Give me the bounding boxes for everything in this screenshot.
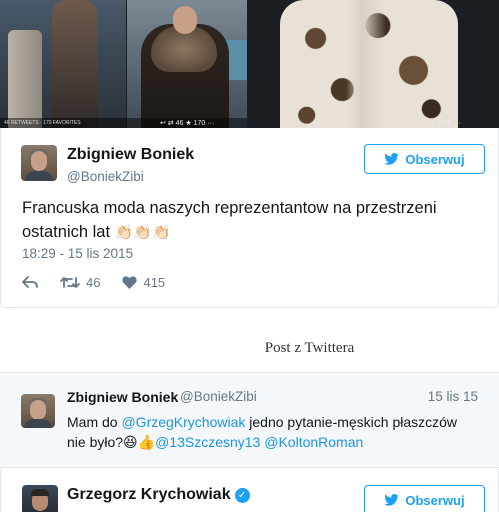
avatar-shirt (25, 171, 53, 181)
follow-label: Obserwuj (405, 151, 465, 167)
tweet-text: Francuska moda naszych reprezentantow na… (22, 196, 462, 245)
photo-actions-right[interactable]: ↩ ⇄ ★ ··· (430, 119, 461, 127)
reply-action[interactable] (22, 276, 38, 289)
photo-stats-left: 46 RETWEETS · 170 FAVORITES (4, 120, 81, 126)
photo-person (52, 0, 98, 128)
mention-link[interactable]: @KoltonRoman (264, 434, 363, 450)
avatar-shirt (24, 419, 52, 428)
reply-text: Mam do @GrzegKrychowiak jedno pytanie-mę… (67, 412, 477, 452)
photo-lapel (346, 0, 386, 128)
next-author-name[interactable]: Grzegorz Krychowiak ✓ (67, 486, 250, 504)
twitter-bird-icon (384, 494, 400, 506)
clap-emoji-3: 👏🏻 (152, 224, 171, 241)
author-handle[interactable]: @BoniekZibi (67, 169, 144, 184)
author-name[interactable]: Zbigniew Boniek (67, 146, 194, 164)
avatar-hair (31, 489, 49, 496)
follow-label: Obserwuj (405, 492, 465, 508)
reply-emoji: 😆👍 (123, 434, 156, 450)
follow-button[interactable]: Obserwuj (364, 144, 485, 174)
mention-link[interactable]: @GrzegKrychowiak (121, 414, 245, 430)
clap-emoji-1: 👏🏻 (114, 224, 134, 241)
reply-avatar[interactable] (21, 394, 55, 428)
tweet-photo-1[interactable] (0, 0, 126, 128)
reply-date[interactable]: 15 lis 15 (428, 389, 478, 404)
avatar-face (31, 151, 47, 171)
like-action[interactable]: 415 (122, 275, 165, 290)
like-count: 415 (143, 275, 166, 290)
photo-face (173, 6, 197, 34)
mention-link[interactable]: @13Szczesny13 (155, 434, 260, 450)
retweet-icon (60, 277, 80, 288)
retweet-action[interactable]: 46 (60, 275, 100, 290)
verified-badge-icon: ✓ (234, 488, 250, 503)
retweet-count: 46 (86, 275, 101, 290)
next-avatar[interactable] (22, 485, 58, 512)
reply-text-start: Mam do (67, 414, 122, 430)
tweet-photo-3[interactable] (248, 0, 499, 128)
photo-actions-mid[interactable]: ↩ ⇄ 46 ★ 170 ··· (160, 119, 214, 127)
reply-tweet[interactable]: Zbigniew Boniek @BoniekZibi 15 lis 15 Ma… (0, 372, 499, 468)
tweet-photo-strip[interactable]: 46 RETWEETS · 170 FAVORITES ↩ ⇄ 46 ★ 170… (0, 0, 499, 128)
clap-emoji-2: 👏🏻 (133, 224, 153, 241)
avatar-face (30, 400, 46, 420)
reply-author-handle[interactable]: @BoniekZibi (180, 389, 257, 404)
tweet-card: Zbigniew Boniek @BoniekZibi Obserwuj Fra… (0, 128, 499, 308)
tweet-actions: 46 415 (22, 275, 187, 290)
next-tweet-card: Grzegorz Krychowiak ✓ Obserwuj (0, 469, 499, 512)
next-author-name-text: Grzegorz Krychowiak (67, 486, 231, 503)
next-follow-button[interactable]: Obserwuj (364, 485, 485, 512)
heart-icon (122, 276, 138, 289)
twitter-bird-icon (384, 153, 400, 165)
reply-icon (22, 276, 38, 288)
reply-author-name[interactable]: Zbigniew Boniek (67, 389, 178, 405)
embed-caption: Post z Twittera (264, 340, 355, 356)
photo-pillar (8, 30, 42, 128)
tweet-timestamp[interactable]: 18:29 - 15 lis 2015 (22, 246, 133, 261)
avatar[interactable] (21, 145, 57, 181)
tweet-text-body: Francuska moda naszych reprezentantow na… (22, 199, 437, 241)
tweet-photo-2[interactable] (127, 0, 247, 128)
